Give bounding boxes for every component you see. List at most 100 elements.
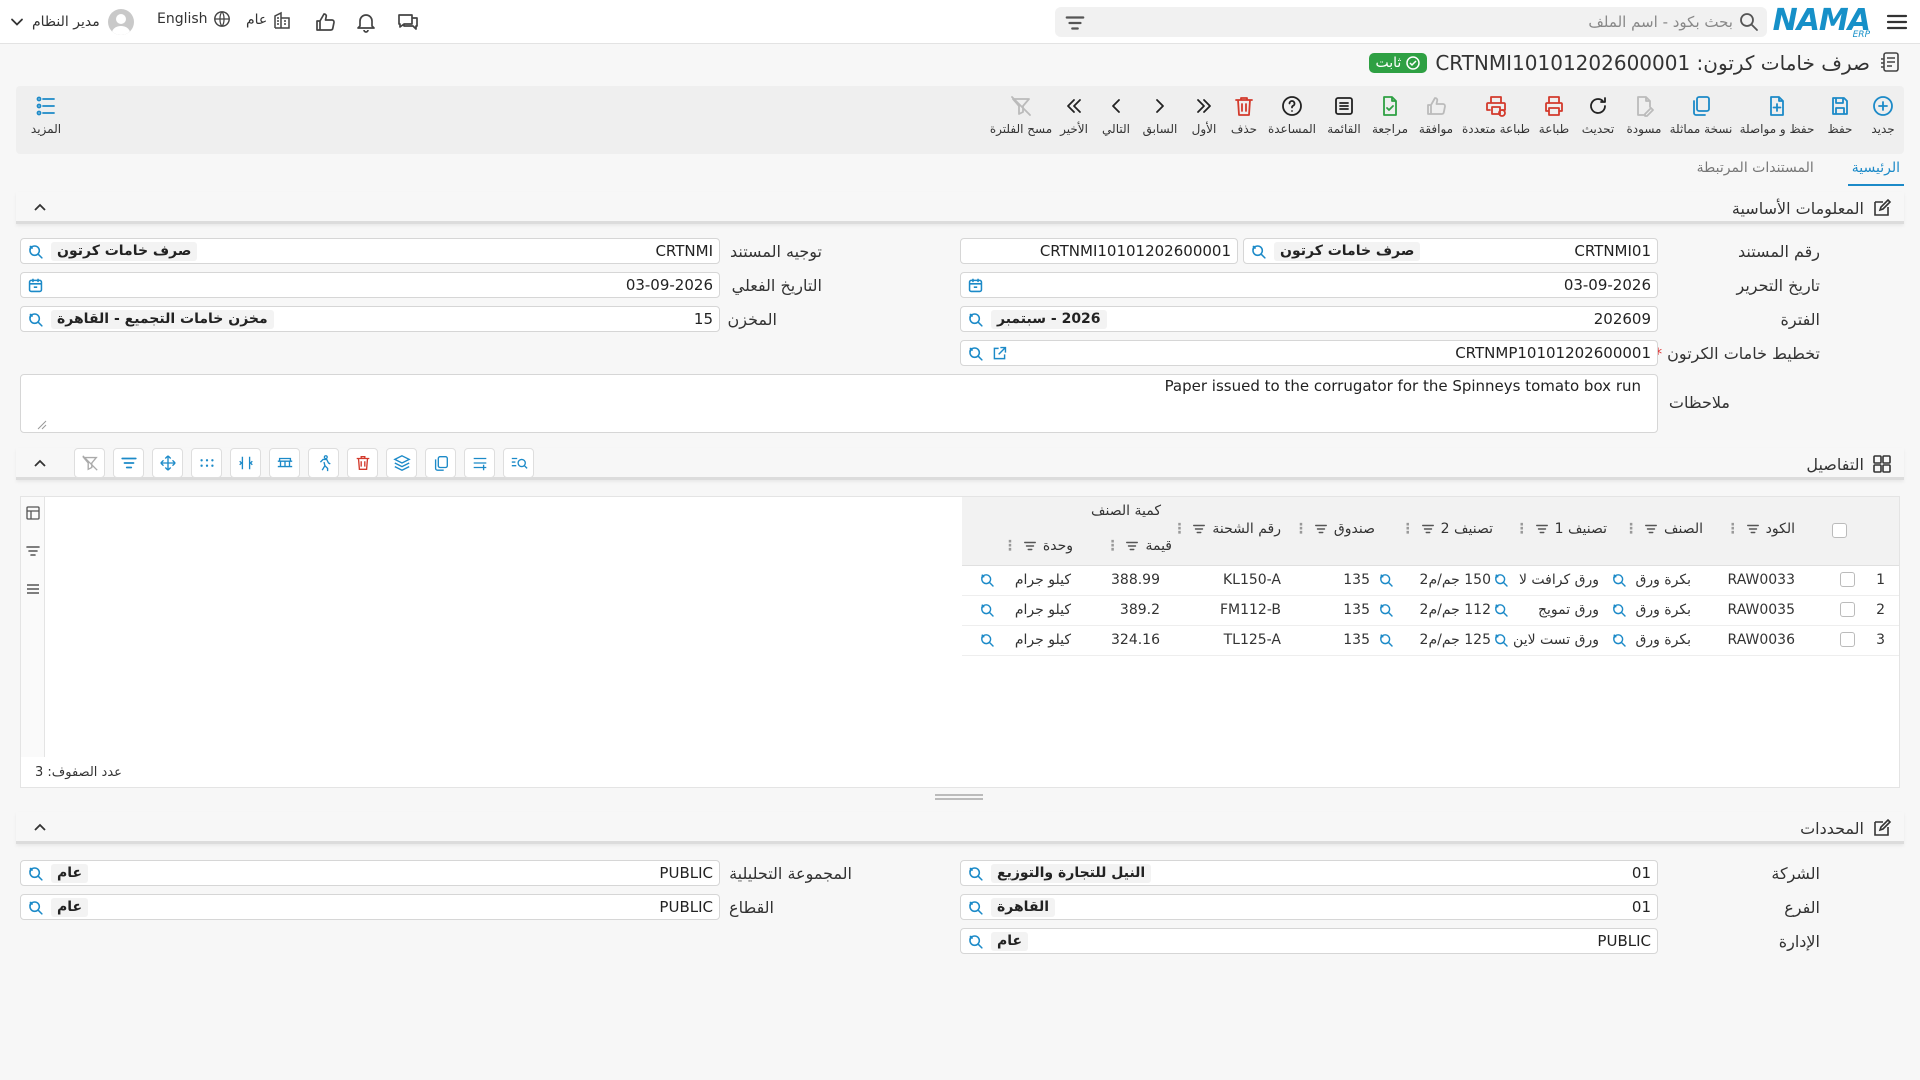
last-button[interactable]: الأخير	[1054, 94, 1094, 136]
add-row-button[interactable]	[464, 448, 495, 478]
calendar-icon[interactable]	[27, 277, 44, 294]
group-button[interactable]	[269, 448, 300, 478]
sector-field[interactable]: PUBLIC عام	[20, 894, 720, 920]
next-button[interactable]: التالي	[1096, 94, 1136, 136]
column-menu-icon[interactable]: ⋮	[1105, 538, 1119, 554]
resize-handle-icon[interactable]	[37, 420, 47, 430]
col-header-item[interactable]: الصنف ⋮	[1624, 521, 1703, 537]
filter-icon[interactable]	[1064, 12, 1086, 34]
filter-icon[interactable]	[1644, 522, 1658, 536]
draft-button[interactable]: مسودة	[1622, 94, 1666, 136]
col-header-code[interactable]: الكود ⋮	[1726, 521, 1795, 537]
refresh-button[interactable]: تحديث	[1576, 94, 1620, 136]
doc-no-field[interactable]: CRTNMI10101202600001	[960, 238, 1238, 264]
lookup-icon[interactable]	[27, 311, 44, 328]
col-header-lot[interactable]: رقم الشحنة ⋮	[1172, 521, 1281, 537]
lookup-icon[interactable]	[27, 865, 44, 882]
review-button[interactable]: مراجعة	[1368, 94, 1412, 136]
lookup-icon[interactable]	[1378, 572, 1394, 588]
lookup-icon[interactable]	[1611, 632, 1627, 648]
save-continue-button[interactable]: حفظ و مواصلة	[1736, 94, 1818, 136]
lookup-icon[interactable]	[967, 899, 984, 916]
department-field[interactable]: PUBLIC عام	[960, 928, 1658, 954]
list-button[interactable]: القائمة	[1322, 94, 1366, 136]
column-menu-icon[interactable]: ⋮	[1172, 521, 1186, 537]
resize-splitter[interactable]	[935, 794, 983, 800]
print-button[interactable]: طباعة	[1534, 94, 1574, 136]
clone-button[interactable]: نسخة مماثلة	[1668, 94, 1734, 136]
help-button[interactable]: المساعدة	[1264, 94, 1320, 136]
delete-button[interactable]: حذف	[1226, 94, 1262, 136]
lookup-icon[interactable]	[1611, 572, 1627, 588]
column-menu-icon[interactable]: ⋮	[1294, 521, 1308, 537]
tab-main[interactable]: الرئيسية	[1847, 160, 1904, 186]
copy-rows-button[interactable]	[425, 448, 456, 478]
clear-filter-button[interactable]: مسح الفلترة	[990, 94, 1052, 136]
row-checkbox[interactable]	[1840, 602, 1855, 621]
basic-info-section-header[interactable]: المعلومات الأساسية	[16, 192, 1904, 224]
actual-date-field[interactable]: 03-09-2026	[20, 272, 720, 298]
period-field[interactable]: 202609 2026 - سبتمبر	[960, 306, 1658, 332]
row-checkbox[interactable]	[1840, 572, 1855, 591]
multi-print-button[interactable]: طباعة متعددة	[1460, 94, 1532, 136]
grid-filter-button[interactable]	[113, 448, 144, 478]
lookup-icon[interactable]	[1493, 572, 1509, 588]
filter-panel-icon[interactable]	[25, 543, 41, 559]
table-row[interactable]: 2 RAW0035 بكرة ورق ورق تمويج 112 جم/م2 135 FM1…	[962, 596, 1899, 626]
move-button[interactable]	[152, 448, 183, 478]
run-button[interactable]	[308, 448, 339, 478]
lookup-icon[interactable]	[967, 345, 984, 362]
menu-icon[interactable]	[1884, 9, 1910, 35]
fit-columns-button[interactable]	[230, 448, 261, 478]
calendar-icon[interactable]	[967, 277, 984, 294]
lookup-icon[interactable]	[979, 632, 995, 648]
col-header-unit[interactable]: وحدة ⋮	[1003, 538, 1073, 554]
external-link-icon[interactable]	[991, 345, 1008, 362]
filter-icon[interactable]	[1023, 539, 1037, 553]
filter-icon[interactable]	[1535, 522, 1549, 536]
lookup-icon[interactable]	[967, 311, 984, 328]
chevron-up-icon[interactable]	[32, 456, 48, 472]
doc-type-field[interactable]: CRTNMI01 صرف خامات كرتون	[1243, 238, 1658, 264]
filter-icon[interactable]	[1746, 522, 1760, 536]
search-rows-button[interactable]	[503, 448, 534, 478]
branch-field[interactable]: 01 القاهرة	[960, 894, 1658, 920]
col-header-value[interactable]: قيمة ⋮	[1105, 538, 1172, 554]
user-menu[interactable]: مدير النظام	[10, 7, 134, 37]
select-all-checkbox[interactable]	[1832, 523, 1847, 538]
warehouse-field[interactable]: 15 مخزن خامات التجميع - القاهرة	[20, 306, 720, 332]
clear-grid-filter-button[interactable]	[74, 448, 105, 478]
table-row[interactable]: 1 RAW0033 بكرة ورق ورق كرافت لا 150 جم/م2 135…	[962, 566, 1899, 596]
col-header-class2[interactable]: تصنيف 2 ⋮	[1401, 521, 1493, 537]
chevron-up-icon[interactable]	[32, 200, 48, 216]
lookup-icon[interactable]	[967, 865, 984, 882]
columns-button[interactable]	[191, 448, 222, 478]
lookup-icon[interactable]	[1378, 602, 1394, 618]
column-menu-icon[interactable]: ⋮	[1401, 521, 1415, 537]
lookup-icon[interactable]	[1378, 632, 1394, 648]
save-button[interactable]: حفظ	[1820, 94, 1860, 136]
lookup-icon[interactable]	[1493, 602, 1509, 618]
col-header-box[interactable]: صندوق ⋮	[1294, 521, 1375, 537]
delete-rows-button[interactable]	[347, 448, 378, 478]
col-header-class1[interactable]: تصنيف 1 ⋮	[1515, 521, 1607, 537]
column-menu-icon[interactable]: ⋮	[1726, 521, 1740, 537]
column-menu-icon[interactable]: ⋮	[1003, 538, 1017, 554]
plan-field[interactable]: CRTNMP10101202600001	[960, 340, 1658, 366]
notes-textarea[interactable]: Paper issued to the corrugator for the S…	[20, 374, 1658, 433]
company-field[interactable]: 01 النيل للتجارة والتوزيع	[960, 860, 1658, 886]
row-checkbox[interactable]	[1840, 632, 1855, 651]
menu-panel-icon[interactable]	[25, 581, 41, 597]
columns-panel-icon[interactable]	[25, 505, 41, 521]
bell-icon[interactable]	[354, 10, 378, 34]
dimensions-section-header[interactable]: المحددات	[16, 812, 1904, 844]
lookup-icon[interactable]	[979, 602, 995, 618]
language-selector[interactable]: English	[157, 10, 231, 28]
tab-related-documents[interactable]: المستندات المرتبطة	[1693, 160, 1818, 186]
column-menu-icon[interactable]: ⋮	[1624, 521, 1638, 537]
filter-icon[interactable]	[1125, 539, 1139, 553]
new-button[interactable]: جديد	[1862, 94, 1904, 136]
edit-date-field[interactable]: 03-09-2026	[960, 272, 1658, 298]
filter-icon[interactable]	[1314, 522, 1328, 536]
direction-field[interactable]: CRTNMI صرف خامات كرتون	[20, 238, 720, 264]
